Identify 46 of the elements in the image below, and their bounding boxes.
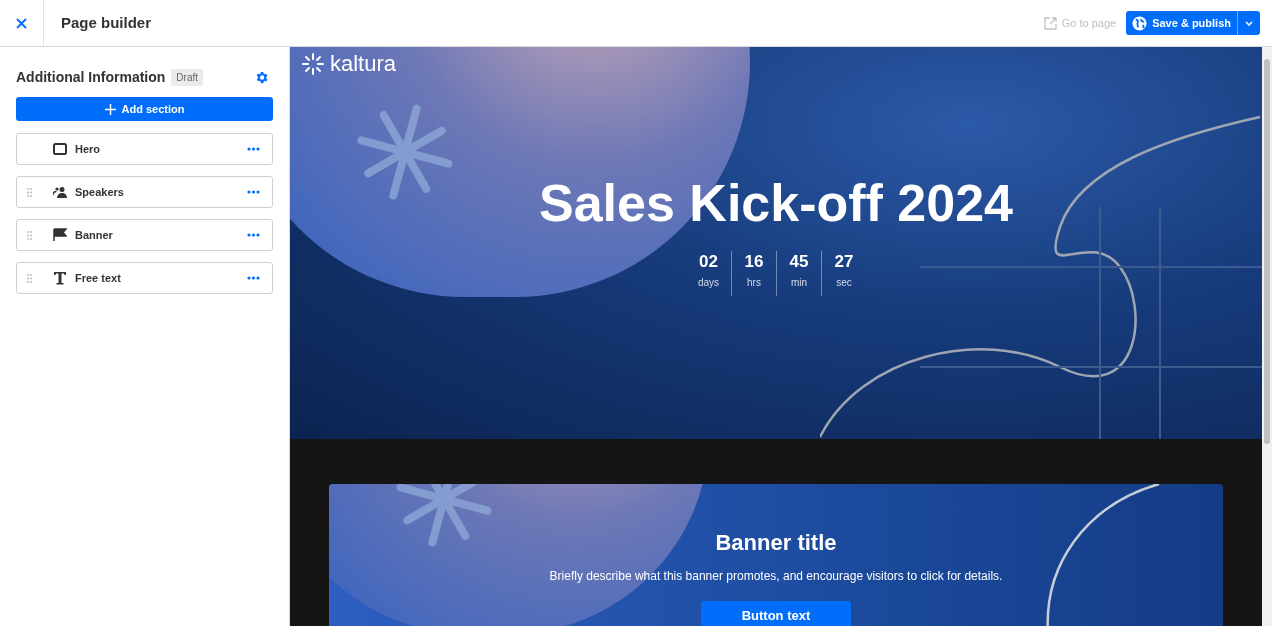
more-options-icon[interactable] bbox=[247, 276, 260, 280]
section-label: Banner bbox=[75, 227, 113, 243]
plus-icon bbox=[104, 103, 116, 115]
drag-handle-icon[interactable] bbox=[27, 273, 32, 283]
countdown-unit: min bbox=[790, 276, 808, 290]
section-item[interactable]: Speakers bbox=[16, 176, 273, 208]
chevron-down-icon bbox=[1245, 20, 1253, 26]
section-item[interactable]: Free text bbox=[16, 262, 273, 294]
countdown-value: 27 bbox=[834, 251, 854, 273]
banner-title: Banner title bbox=[715, 529, 837, 557]
section-item[interactable]: Hero bbox=[16, 133, 273, 165]
status-badge: Draft bbox=[171, 68, 203, 86]
save-publish-button[interactable]: Save & publish bbox=[1126, 11, 1237, 35]
logo-icon bbox=[302, 53, 324, 75]
settings-icon bbox=[254, 69, 269, 85]
section-label: Hero bbox=[75, 141, 101, 157]
globe-icon bbox=[1132, 15, 1148, 31]
more-options-icon[interactable] bbox=[247, 147, 260, 151]
page-title: Page builder bbox=[61, 12, 152, 33]
countdown-value: 45 bbox=[789, 251, 809, 273]
banner-button[interactable]: Button text bbox=[701, 601, 851, 626]
drag-handle-icon[interactable] bbox=[27, 187, 32, 197]
more-options-icon[interactable] bbox=[247, 233, 260, 237]
logo-text: kaltura bbox=[330, 53, 397, 75]
scrollbar[interactable] bbox=[1262, 47, 1272, 626]
text-icon bbox=[53, 271, 67, 285]
countdown-unit: days bbox=[697, 276, 720, 290]
banner-description: Briefly describe what this banner promotes, and encourage visitors to click for details. bbox=[549, 568, 1003, 585]
section-item[interactable]: Banner bbox=[16, 219, 273, 251]
settings-button[interactable] bbox=[254, 69, 269, 85]
hero-title: Sales Kick-off 2024 bbox=[539, 177, 1013, 229]
drag-handle-icon[interactable] bbox=[27, 230, 32, 240]
more-options-icon[interactable] bbox=[247, 190, 260, 194]
external-link-icon bbox=[1043, 16, 1057, 30]
countdown-value: 16 bbox=[744, 251, 764, 273]
add-section-button[interactable]: Add section bbox=[16, 97, 273, 121]
close-icon bbox=[16, 17, 27, 29]
countdown-value: 02 bbox=[699, 251, 718, 273]
section-label: Free text bbox=[75, 270, 121, 286]
countdown-unit: sec bbox=[836, 276, 852, 290]
flag-icon bbox=[53, 228, 67, 242]
page-name: Additional Information bbox=[16, 67, 166, 87]
people-icon bbox=[53, 185, 67, 199]
section-label: Speakers bbox=[75, 184, 124, 200]
rectangle-icon bbox=[53, 142, 67, 156]
countdown-unit: hrs bbox=[747, 276, 761, 290]
